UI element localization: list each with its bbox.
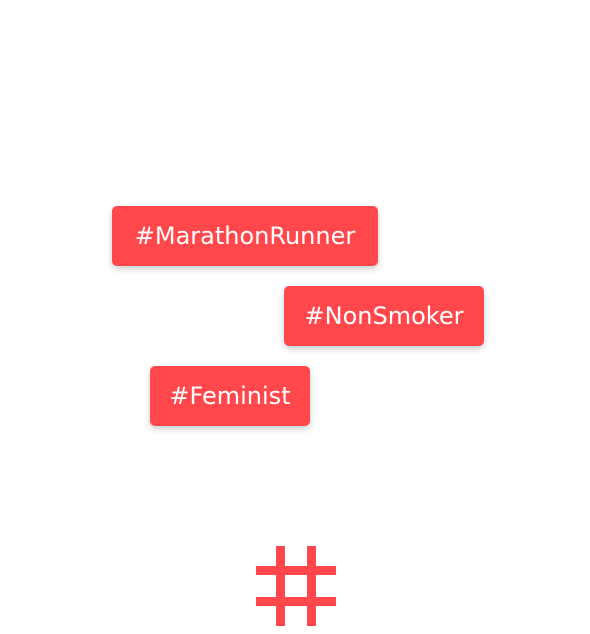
hashtag-icon (256, 546, 336, 626)
hashtags-illustration: #MarathonRunner #NonSmoker #Feminist (0, 0, 590, 634)
tag-feminist[interactable]: #Feminist (150, 366, 310, 426)
tag-label: #MarathonRunner (134, 222, 356, 250)
tag-label: #NonSmoker (304, 302, 464, 330)
tag-non-smoker[interactable]: #NonSmoker (284, 286, 484, 346)
tag-label: #Feminist (169, 382, 291, 410)
tag-marathon-runner[interactable]: #MarathonRunner (112, 206, 378, 266)
